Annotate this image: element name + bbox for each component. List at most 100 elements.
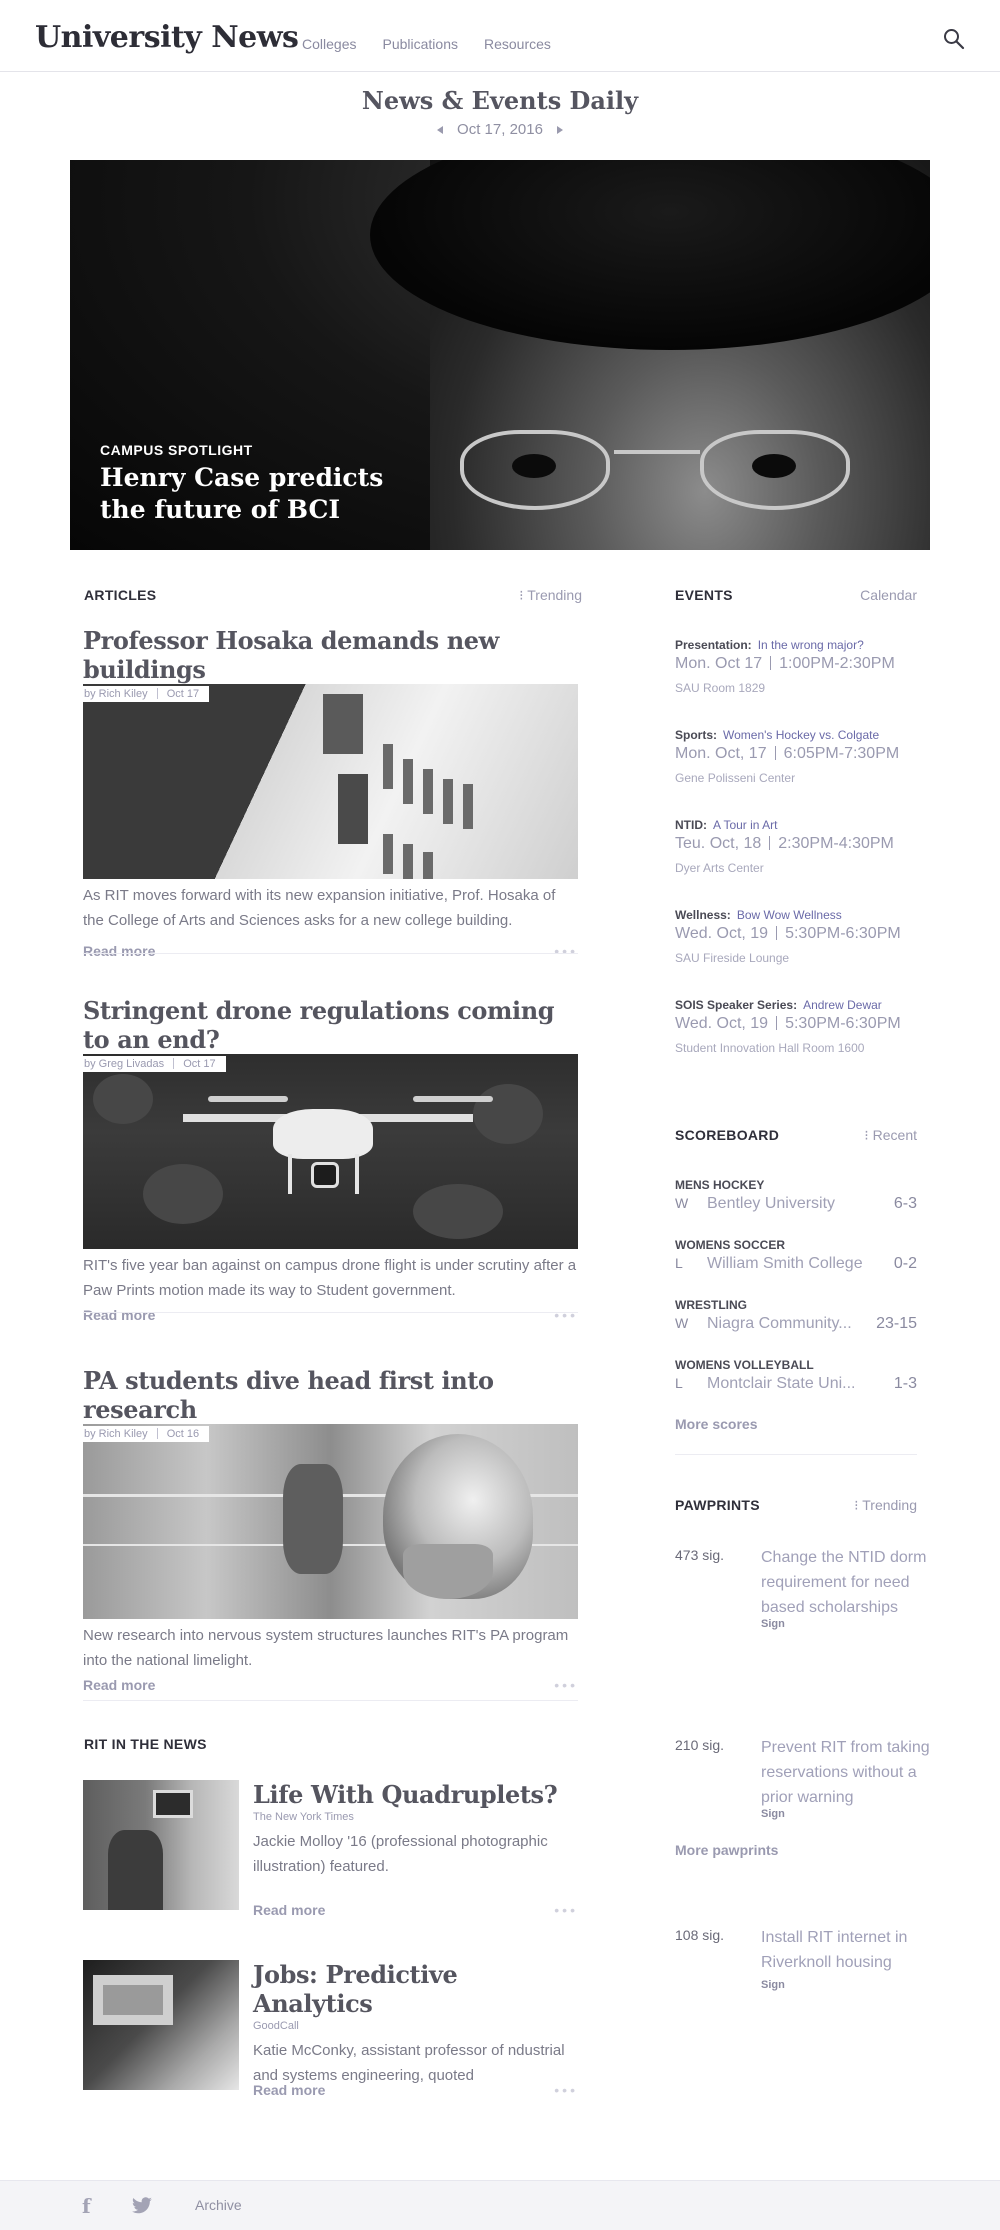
scoreboard-recent-label: Recent — [872, 1127, 917, 1143]
hero-title[interactable]: Henry Case predicts the future of BCI — [100, 462, 400, 526]
twitter-icon[interactable] — [130, 2197, 154, 2215]
top-bar: University News Colleges Publications Re… — [0, 0, 1000, 72]
article-image[interactable] — [83, 1424, 578, 1619]
read-more-link[interactable]: Read more — [83, 1677, 155, 1693]
pawprints-label: PAWPRINTS — [675, 1497, 760, 1513]
news-title[interactable]: Life With Quadruplets? — [253, 1780, 578, 1809]
article-byline: by Rich Kiley Oct 17 — [83, 686, 210, 702]
news-thumbnail[interactable] — [83, 1780, 239, 1910]
score-sport: MENS HOCKEY — [675, 1178, 765, 1192]
main-nav: Colleges Publications Resources — [302, 36, 551, 52]
nav-resources[interactable]: Resources — [484, 36, 551, 52]
events-panel: EVENTS Calendar — [675, 587, 917, 603]
read-more-link[interactable]: Read more — [253, 1902, 325, 1918]
news-item: Life With Quadruplets? The New York Time… — [83, 1780, 578, 1918]
news-item: Jobs: Predictive Analytics GoodCall Kati… — [83, 1960, 578, 2098]
articles-trending-label: Trending — [527, 587, 582, 603]
facebook-icon[interactable]: f — [82, 2194, 91, 2218]
article-image[interactable] — [83, 684, 578, 879]
news-summary: Jackie Molloy '16 (professional photogra… — [253, 1833, 548, 1875]
event-name[interactable]: Women's Hockey vs. Colgate — [723, 728, 879, 742]
event-name[interactable]: A Tour in Art — [713, 818, 777, 832]
pawprint-signatures: 473 sig. — [675, 1547, 725, 1563]
pawprint-title[interactable]: Prevent RIT from taking reservations wit… — [761, 1735, 936, 1810]
event-item[interactable]: NTID: A Tour in Art Teu. Oct, 18 2:30PM-4:… — [675, 818, 917, 875]
article-title[interactable]: Professor Hosaka demands new buildings — [83, 626, 578, 684]
event-item[interactable]: Presentation: In the wrong major? Mon. Oc… — [675, 638, 917, 695]
more-options-icon[interactable]: ••• — [554, 943, 578, 959]
article-summary: RIT's five year ban against on campus dr… — [83, 1257, 577, 1299]
pawprint-item: 473 sig. Change the NTID dorm requiremen… — [675, 1547, 926, 1637]
article-summary: As RIT moves forward with its new expans… — [83, 887, 556, 929]
score-item[interactable]: WRESTLING W Niagra Community... 23-15 — [675, 1298, 917, 1333]
article-author[interactable]: by Rich Kiley — [84, 688, 148, 700]
article-author[interactable]: by Rich Kiley — [84, 1428, 148, 1440]
more-options-icon[interactable]: ••• — [554, 2082, 578, 2098]
divider — [83, 1700, 578, 1701]
search-icon[interactable] — [943, 28, 965, 50]
event-time: 2:30PM-4:30PM — [778, 835, 894, 852]
event-name[interactable]: Bow Wow Wellness — [737, 908, 842, 922]
event-name[interactable]: In the wrong major? — [758, 638, 864, 652]
news-thumbnail[interactable] — [83, 1960, 239, 2090]
score-result: L — [675, 1255, 683, 1271]
article-card: Stringent drone regulations coming to an… — [83, 996, 578, 1323]
news-summary: Katie McConky, assistant professor of nd… — [253, 2042, 565, 2084]
score-result: W — [675, 1315, 689, 1331]
score-item[interactable]: WOMENS SOCCER L William Smith College 0-2 — [675, 1238, 917, 1273]
read-more-link[interactable]: Read more — [83, 1307, 155, 1323]
pawprints-trending-link[interactable]: ⁝ Trending — [854, 1497, 917, 1514]
scoreboard-recent-link[interactable]: ⁝ Recent — [864, 1127, 917, 1144]
previous-day-icon[interactable] — [437, 125, 444, 134]
article-image[interactable] — [83, 1054, 578, 1249]
news-title[interactable]: Jobs: Predictive Analytics — [253, 1960, 578, 2018]
date-navigator: Oct 17, 2016 — [437, 121, 563, 138]
site-brand[interactable]: University News — [35, 20, 299, 55]
event-item[interactable]: Wellness: Bow Wow Wellness Wed. Oct, 19 5:… — [675, 908, 917, 965]
nav-colleges[interactable]: Colleges — [302, 36, 356, 52]
event-item[interactable]: Sports: Women's Hockey vs. Colgate Mon. O… — [675, 728, 917, 785]
more-options-icon[interactable]: ••• — [554, 1902, 578, 1918]
articles-trending-link[interactable]: ⁝ Trending — [519, 587, 582, 604]
event-location: Gene Polisseni Center — [675, 771, 796, 785]
calendar-link[interactable]: Calendar — [860, 587, 917, 603]
articles-label: ARTICLES — [84, 587, 157, 603]
pawprint-item: 210 sig. Prevent RIT from taking reserva… — [675, 1737, 930, 1827]
event-name[interactable]: Andrew Dewar — [803, 998, 882, 1012]
pawprint-title[interactable]: Change the NTID dorm requirement for nee… — [761, 1545, 936, 1620]
more-options-icon[interactable]: ••• — [554, 1307, 578, 1323]
next-day-icon[interactable] — [556, 125, 563, 134]
sign-button[interactable]: Sign — [761, 1979, 785, 1991]
sign-button[interactable]: Sign — [761, 1808, 785, 1820]
event-time: 5:30PM-6:30PM — [785, 1015, 901, 1032]
article-title[interactable]: Stringent drone regulations coming to an… — [83, 996, 578, 1054]
event-item[interactable]: SOIS Speaker Series: Andrew Dewar Wed. Oc… — [675, 998, 917, 1055]
pawprint-signatures: 108 sig. — [675, 1927, 725, 1943]
sign-button[interactable]: Sign — [761, 1618, 785, 1630]
news-source[interactable]: The New York Times — [253, 1811, 578, 1823]
event-time: 1:00PM-2:30PM — [779, 655, 895, 672]
read-more-link[interactable]: Read more — [83, 943, 155, 959]
archive-link[interactable]: Archive — [195, 2197, 242, 2213]
more-scores-link[interactable]: More scores — [675, 1416, 917, 1432]
nav-publications[interactable]: Publications — [382, 36, 458, 52]
more-pawprints-link[interactable]: More pawprints — [675, 1842, 917, 1858]
score-sport: WOMENS VOLLEYBALL — [675, 1358, 814, 1372]
pawprint-title[interactable]: Install RIT internet in Riverknoll housi… — [761, 1925, 936, 1975]
score-item[interactable]: MENS HOCKEY W Bentley University 6-3 — [675, 1178, 917, 1213]
score-item[interactable]: WOMENS VOLLEYBALL L Montclair State Uni..… — [675, 1358, 917, 1393]
article-summary: New research into nervous system structu… — [83, 1627, 569, 1669]
event-date: Teu. Oct, 18 — [675, 835, 762, 852]
news-source[interactable]: GoodCall — [253, 2020, 578, 2032]
hero-kicker: CAMPUS SPOTLIGHT — [100, 442, 253, 458]
event-location: Dyer Arts Center — [675, 861, 764, 875]
more-options-icon[interactable]: ••• — [554, 1677, 578, 1693]
score-opponent: William Smith College — [707, 1255, 863, 1272]
edition-title: News & Events Daily — [361, 86, 639, 115]
article-author[interactable]: by Greg Livadas — [84, 1058, 164, 1070]
event-date: Wed. Oct, 19 — [675, 925, 769, 942]
hero-feature[interactable]: CAMPUS SPOTLIGHT Henry Case predicts the… — [70, 160, 930, 550]
score-value: 23-15 — [876, 1315, 917, 1332]
read-more-link[interactable]: Read more — [253, 2082, 325, 2098]
article-title[interactable]: PA students dive head first into researc… — [83, 1366, 578, 1424]
